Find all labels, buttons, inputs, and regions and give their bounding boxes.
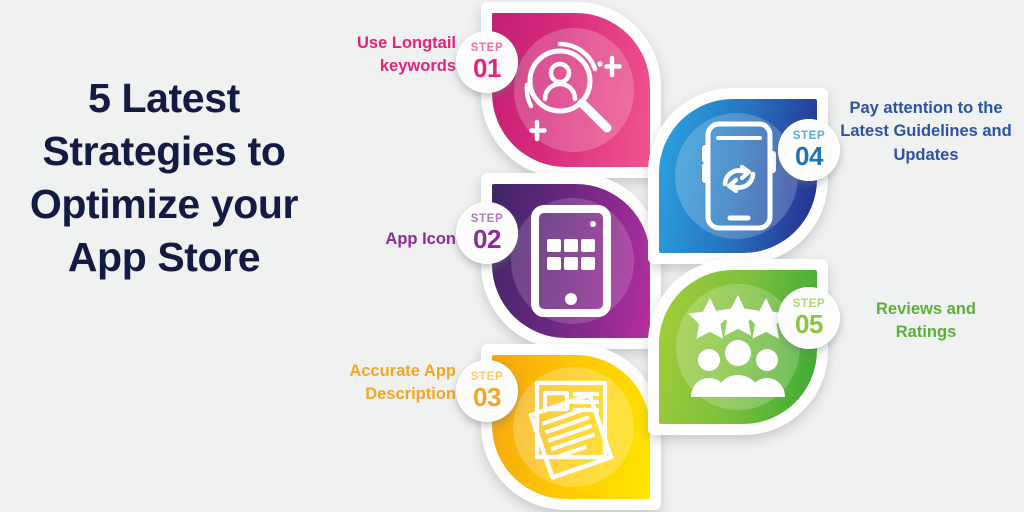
step-caption-3: Accurate App Description: [349, 362, 456, 404]
step-badge-1[interactable]: STEP 01: [456, 31, 518, 93]
petal-fill-2: [492, 184, 650, 338]
step-caption-1: Use Longtail keywords: [356, 34, 456, 76]
badge-number: 01: [473, 53, 501, 84]
badge-number: 03: [473, 382, 501, 413]
tablet-app-grid-icon: [492, 184, 650, 338]
infographic-canvas: 5 Latest Strategies to Optimize your App…: [0, 0, 1024, 512]
step-badge-3[interactable]: STEP 03: [456, 360, 518, 422]
documents-icon: [492, 355, 650, 499]
petal-fill-1: [492, 13, 650, 167]
step-badge-2[interactable]: STEP 02: [456, 202, 518, 264]
step-caption-5: Reviews and Ratings: [876, 300, 976, 342]
step-petal-2[interactable]: [481, 173, 661, 349]
badge-number: 02: [473, 224, 501, 255]
petal-fill-3: [492, 355, 650, 499]
badge-number: 05: [795, 309, 823, 340]
step-badge-4[interactable]: STEP 04: [778, 119, 840, 181]
magnifier-person-icon: [492, 13, 650, 167]
page-title: 5 Latest Strategies to Optimize your App…: [29, 75, 299, 280]
step-caption-2: App Icon: [385, 230, 456, 248]
step-badge-5[interactable]: STEP 05: [778, 287, 840, 349]
step-petal-1[interactable]: [481, 2, 661, 178]
step-caption-4: Pay attention to the Latest Guidelines a…: [840, 99, 1012, 164]
badge-number: 04: [795, 141, 823, 172]
